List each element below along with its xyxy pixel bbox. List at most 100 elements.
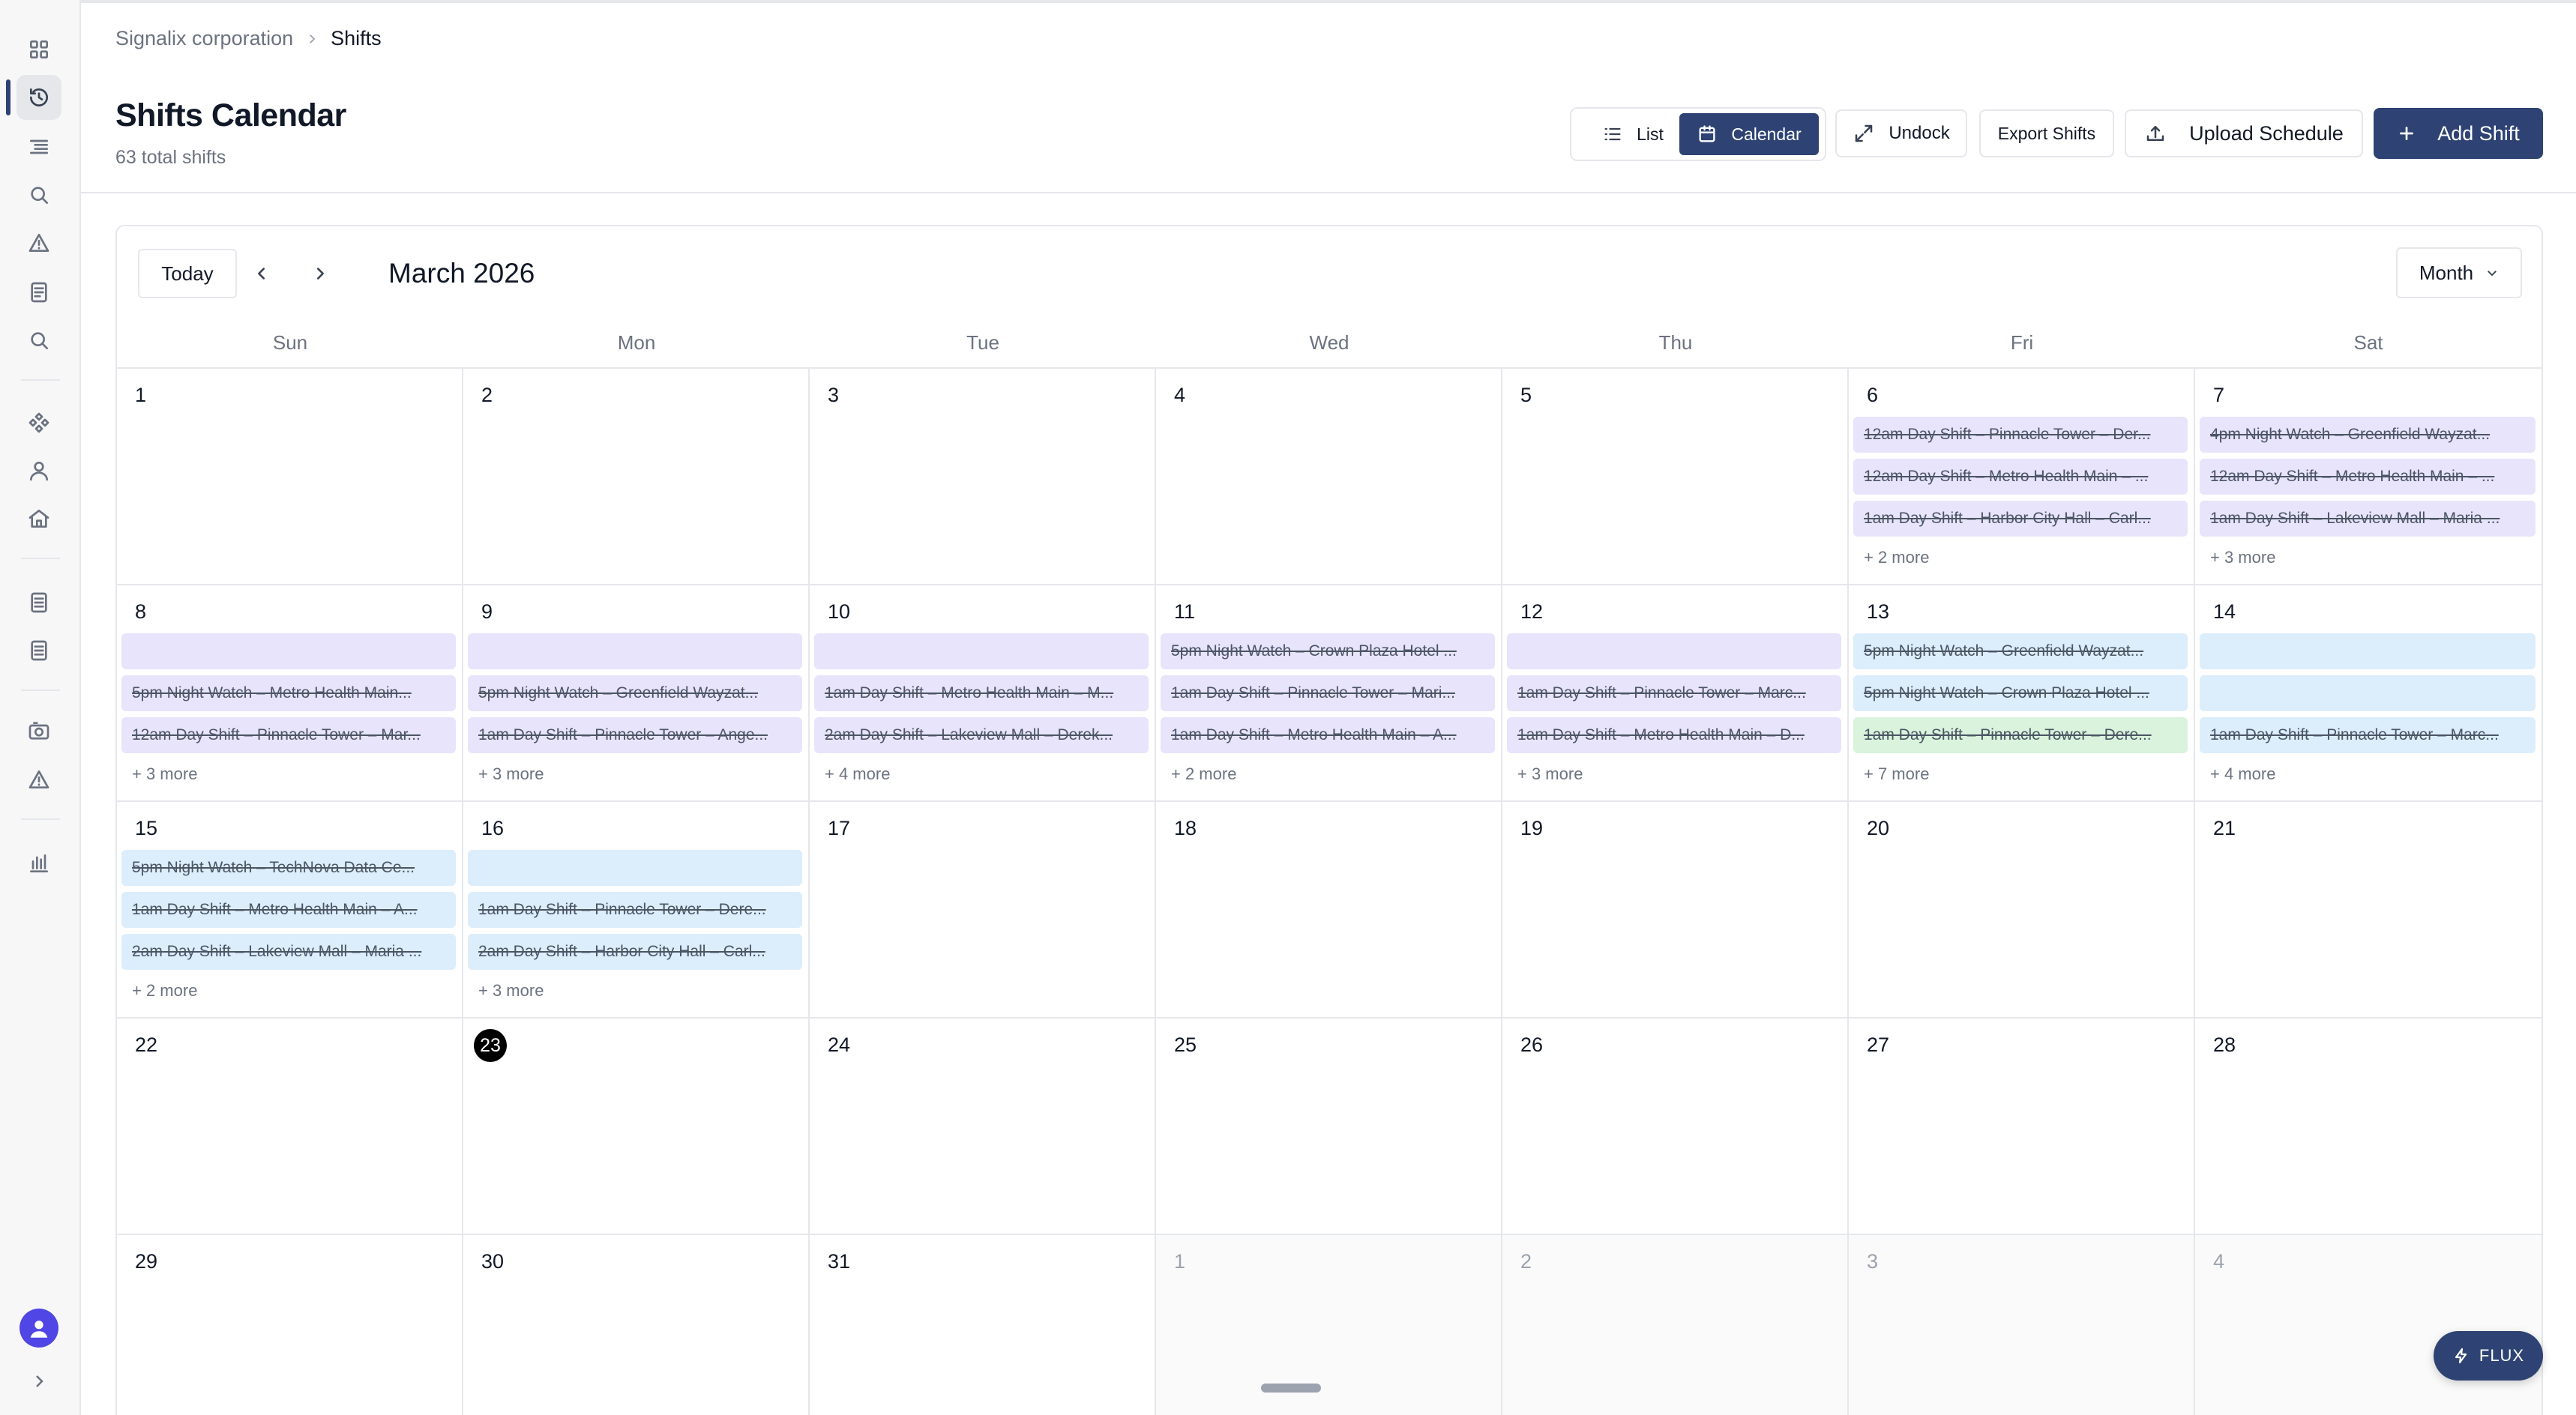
report-icon[interactable] xyxy=(16,580,61,625)
expand-sidebar-icon[interactable] xyxy=(22,1363,55,1400)
shift-event[interactable]: 2am Day Shift – Lakeview Mall – Derek... xyxy=(814,717,1149,753)
user-icon[interactable] xyxy=(16,448,61,493)
shift-event[interactable] xyxy=(2200,633,2536,669)
shift-event[interactable]: 5pm Night Watch – Greenfield Wayzat... xyxy=(468,675,802,711)
home-icon[interactable] xyxy=(16,496,61,541)
day-cell[interactable]: 12 1am Day Shift – Pinnacle Tower – Marc.… xyxy=(1502,585,1849,802)
more-shifts-link[interactable]: + 3 more xyxy=(1507,759,1841,789)
flux-button[interactable]: FLUX xyxy=(2434,1331,2543,1381)
upload-schedule-button[interactable]: Upload Schedule xyxy=(2125,109,2363,157)
day-cell[interactable]: 18 xyxy=(1156,802,1502,1019)
shift-event[interactable] xyxy=(468,633,802,669)
alert-icon[interactable] xyxy=(16,757,61,802)
report-icon[interactable] xyxy=(16,628,61,673)
export-shifts-button[interactable]: Export Shifts xyxy=(1979,109,2114,157)
shift-event[interactable]: 12am Day Shift – Metro Health Main – ... xyxy=(1853,459,2188,495)
more-shifts-link[interactable]: + 3 more xyxy=(468,759,802,789)
prev-month-button[interactable] xyxy=(244,256,279,291)
day-cell[interactable]: 26 xyxy=(1502,1019,1849,1235)
view-select[interactable]: Month xyxy=(2396,247,2522,298)
list-view-button[interactable]: List xyxy=(1586,113,1679,155)
diamond-grid-icon[interactable] xyxy=(16,400,61,445)
more-shifts-link[interactable]: + 4 more xyxy=(814,759,1149,789)
day-cell[interactable]: 21 xyxy=(2195,802,2542,1019)
day-cell[interactable]: 19 xyxy=(1502,802,1849,1019)
day-cell[interactable]: 28 xyxy=(2195,1019,2542,1235)
day-cell[interactable]: 9 5pm Night Watch – Greenfield Wayzat... 1… xyxy=(463,585,810,802)
shift-event[interactable] xyxy=(121,633,456,669)
camera-icon[interactable] xyxy=(16,709,61,754)
day-cell[interactable]: 13 5pm Night Watch – Greenfield Wayzat...… xyxy=(1849,585,2195,802)
shift-event[interactable]: 1am Day Shift – Pinnacle Tower – Marc... xyxy=(1507,675,1841,711)
day-cell[interactable]: 14 1am Day Shift – Pinnacle Tower – Marc.… xyxy=(2195,585,2542,802)
shift-event[interactable]: 4pm Night Watch – Greenfield Wayzat... xyxy=(2200,417,2536,453)
day-cell[interactable]: 1 xyxy=(117,369,463,585)
shift-event[interactable]: 1am Day Shift – Metro Health Main – M... xyxy=(814,675,1149,711)
more-shifts-link[interactable]: + 2 more xyxy=(1161,759,1495,789)
shift-event[interactable]: 12am Day Shift – Pinnacle Tower – Mar... xyxy=(121,717,456,753)
clock-icon[interactable] xyxy=(16,75,61,120)
shift-event[interactable]: 5pm Night Watch – Metro Health Main... xyxy=(121,675,456,711)
search-icon[interactable] xyxy=(16,172,61,217)
day-cell[interactable]: 1 xyxy=(1156,1235,1502,1415)
more-shifts-link[interactable]: + 7 more xyxy=(1853,759,2188,789)
undock-button[interactable]: Undock xyxy=(1835,109,1967,157)
day-cell[interactable]: 24 xyxy=(810,1019,1156,1235)
day-cell[interactable]: 30 xyxy=(463,1235,810,1415)
shift-event[interactable]: 1am Day Shift – Pinnacle Tower – Dere... xyxy=(468,892,802,928)
day-cell[interactable]: 22 xyxy=(117,1019,463,1235)
shift-event[interactable]: 1am Day Shift – Metro Health Main – A... xyxy=(1161,717,1495,753)
more-shifts-link[interactable]: + 3 more xyxy=(468,976,802,1006)
day-cell[interactable]: 23 xyxy=(463,1019,810,1235)
shift-event[interactable]: 1am Day Shift – Lakeview Mall – Maria ..… xyxy=(2200,501,2536,537)
document-icon[interactable] xyxy=(16,270,61,315)
day-cell[interactable]: 5 xyxy=(1502,369,1849,585)
more-shifts-link[interactable]: + 4 more xyxy=(2200,759,2536,789)
shift-event[interactable]: 2am Day Shift – Harbor City Hall – Carl.… xyxy=(468,934,802,970)
shift-event[interactable]: 12am Day Shift – Metro Health Main – ... xyxy=(2200,459,2536,495)
shift-event[interactable]: 1am Day Shift – Pinnacle Tower – Dere... xyxy=(1853,717,2188,753)
breadcrumb-org[interactable]: Signalix corporation xyxy=(115,27,293,50)
calendar-view-button[interactable]: Calendar xyxy=(1679,113,1819,155)
day-cell[interactable]: 7 4pm Night Watch – Greenfield Wayzat... 1… xyxy=(2195,369,2542,585)
shift-event[interactable]: 2am Day Shift – Lakeview Mall – Maria ..… xyxy=(121,934,456,970)
day-cell[interactable]: 29 xyxy=(117,1235,463,1415)
day-cell[interactable]: 6 12am Day Shift – Pinnacle Tower – Der..… xyxy=(1849,369,2195,585)
day-cell[interactable]: 4 xyxy=(2195,1235,2542,1415)
shift-event[interactable]: 1am Day Shift – Metro Health Main – A... xyxy=(121,892,456,928)
shift-event[interactable]: 5pm Night Watch – Crown Plaza Hotel ... xyxy=(1161,633,1495,669)
shift-event[interactable]: 5pm Night Watch – Greenfield Wayzat... xyxy=(1853,633,2188,669)
day-cell[interactable]: 3 xyxy=(1849,1235,2195,1415)
shift-event[interactable]: 1am Day Shift – Metro Health Main – D... xyxy=(1507,717,1841,753)
shift-event[interactable] xyxy=(1507,633,1841,669)
add-shift-button[interactable]: Add Shift xyxy=(2374,108,2543,159)
shift-event[interactable]: 1am Day Shift – Harbor City Hall – Carl.… xyxy=(1853,501,2188,537)
day-cell[interactable]: 15 5pm Night Watch – TechNova Data Ce... 1… xyxy=(117,802,463,1019)
shift-event[interactable]: 1am Day Shift – Pinnacle Tower – Mari... xyxy=(1161,675,1495,711)
day-cell[interactable]: 27 xyxy=(1849,1019,2195,1235)
scroll-handle[interactable] xyxy=(1261,1384,1321,1393)
more-shifts-link[interactable]: + 2 more xyxy=(1853,543,2188,573)
shift-event[interactable]: 5pm Night Watch – TechNova Data Ce... xyxy=(121,850,456,886)
day-cell[interactable]: 16 1am Day Shift – Pinnacle Tower – Dere.… xyxy=(463,802,810,1019)
bar-chart-icon[interactable] xyxy=(16,841,61,886)
day-cell[interactable]: 25 xyxy=(1156,1019,1502,1235)
shift-event[interactable] xyxy=(814,633,1149,669)
day-cell[interactable]: 2 xyxy=(1502,1235,1849,1415)
day-cell[interactable]: 11 5pm Night Watch – Crown Plaza Hotel ..… xyxy=(1156,585,1502,802)
day-cell[interactable]: 3 xyxy=(810,369,1156,585)
day-cell[interactable]: 10 1am Day Shift – Metro Health Main – M.… xyxy=(810,585,1156,802)
day-cell[interactable]: 17 xyxy=(810,802,1156,1019)
list-icon[interactable] xyxy=(16,124,61,169)
alert-icon[interactable] xyxy=(16,220,61,265)
shift-event[interactable]: 5pm Night Watch – Crown Plaza Hotel ... xyxy=(1853,675,2188,711)
shift-event[interactable] xyxy=(468,850,802,886)
shift-event[interactable]: 12am Day Shift – Pinnacle Tower – Der... xyxy=(1853,417,2188,453)
day-cell[interactable]: 8 5pm Night Watch – Metro Health Main... 1… xyxy=(117,585,463,802)
day-cell[interactable]: 31 xyxy=(810,1235,1156,1415)
more-shifts-link[interactable]: + 3 more xyxy=(121,759,456,789)
day-cell[interactable]: 20 xyxy=(1849,802,2195,1019)
more-shifts-link[interactable]: + 2 more xyxy=(121,976,456,1006)
shift-event[interactable]: 1am Day Shift – Pinnacle Tower – Ange... xyxy=(468,717,802,753)
shift-event[interactable] xyxy=(2200,675,2536,711)
